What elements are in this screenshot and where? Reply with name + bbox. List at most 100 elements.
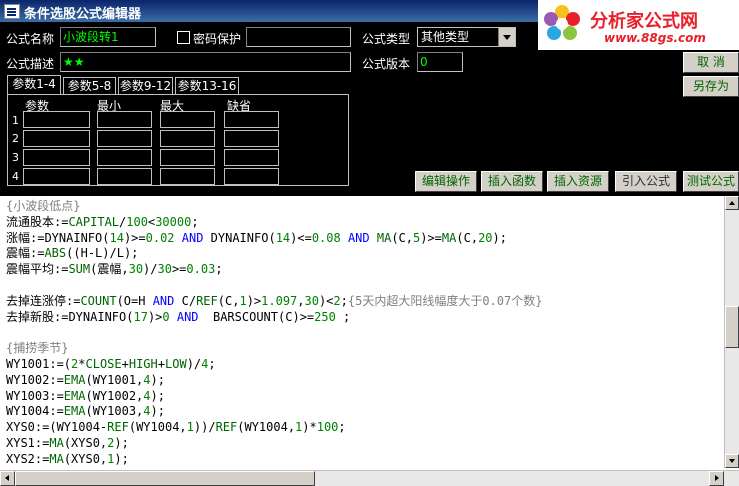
code-token: XYS0:=(WY1004-: [6, 420, 108, 435]
insert-function-button[interactable]: 插入函数: [481, 171, 543, 192]
code-editor[interactable]: {小波段低点} 流通股本:=CAPITAL/100<30000; 涨幅:=DYN…: [0, 196, 739, 486]
code-token: );: [150, 388, 165, 403]
code-token: )/: [186, 356, 202, 371]
code-function: EMA: [63, 388, 86, 403]
code-token: (C,: [391, 230, 413, 245]
edit-operation-button[interactable]: 编辑操作: [415, 171, 477, 192]
scroll-thumb[interactable]: [15, 471, 315, 486]
code-token: (WY1001,: [85, 372, 144, 387]
code-number: 0.02: [145, 230, 175, 245]
param-cell[interactable]: [160, 168, 215, 185]
code-token: );: [150, 372, 165, 387]
code-number: 30000: [155, 214, 192, 229]
cancel-button[interactable]: 取 消: [683, 52, 739, 73]
param-cell[interactable]: [224, 111, 279, 128]
code-keyword: AND: [340, 230, 377, 245]
scroll-left-icon[interactable]: [0, 471, 15, 486]
code-function: REF: [107, 420, 129, 435]
formula-type-select[interactable]: 其他类型: [417, 27, 516, 47]
code-token: +: [121, 356, 129, 371]
code-token: WY1004:=: [6, 404, 64, 419]
code-comment: {捕捞季节}: [6, 341, 69, 356]
code-keyword: AND: [169, 309, 213, 324]
code-token: )<=: [290, 230, 312, 245]
code-token: )*: [302, 420, 317, 435]
scroll-down-icon[interactable]: [725, 454, 739, 468]
code-token: )>: [147, 309, 163, 324]
param-cell[interactable]: [97, 111, 152, 128]
code-number: 14: [275, 230, 291, 245]
code-token: +: [157, 356, 165, 371]
code-token: 去掉新股:=: [6, 309, 69, 324]
param-cell[interactable]: [224, 168, 279, 185]
chevron-down-icon[interactable]: [498, 28, 515, 46]
code-number: 30: [157, 262, 172, 277]
description-label: 公式描述: [6, 57, 55, 71]
param-cell[interactable]: [97, 149, 152, 166]
code-number: 2: [333, 293, 341, 308]
param-cell[interactable]: [23, 130, 90, 147]
code-function: SUM: [68, 262, 91, 277]
formula-name-input[interactable]: 小波段转1: [60, 27, 156, 47]
param-cell[interactable]: [160, 111, 215, 128]
code-token: )>=: [123, 230, 146, 245]
param-cell[interactable]: [23, 168, 90, 185]
code-token: (WY1003,: [85, 404, 144, 419]
test-formula-button[interactable]: 测试公式: [683, 171, 739, 192]
code-token: WY1003:=: [6, 388, 64, 403]
param-cell[interactable]: [224, 130, 279, 147]
version-input[interactable]: 0: [417, 52, 463, 72]
code-token: BARSCOUNT: [212, 309, 279, 324]
save-as-button[interactable]: 另存为: [683, 76, 739, 97]
param-row-number: 3: [12, 151, 19, 164]
code-token: );: [492, 230, 507, 245]
param-cell[interactable]: [224, 149, 279, 166]
code-token: 去掉连涨停:=: [6, 293, 81, 308]
code-number: 20: [478, 230, 493, 245]
import-formula-button[interactable]: 引入公式: [615, 171, 677, 192]
code-token: >=: [171, 262, 187, 277]
vertical-scrollbar[interactable]: [724, 196, 739, 468]
horizontal-scrollbar[interactable]: [0, 470, 739, 486]
description-input[interactable]: ★★: [60, 52, 351, 72]
window-title: 条件选股公式编辑器: [24, 7, 142, 22]
tab-params-9-12[interactable]: 参数9-12: [118, 77, 173, 95]
param-cell[interactable]: [23, 149, 90, 166]
code-function: EMA: [63, 404, 86, 419]
code-number: 0.08: [311, 230, 341, 245]
code-function: EMA: [63, 372, 86, 387]
watermark-logo: 分析家公式网 www.88gs.com: [538, 0, 739, 50]
code-token: );: [114, 435, 129, 450]
code-number: 14: [109, 230, 124, 245]
code-function: CLOSE: [85, 356, 122, 371]
param-cell[interactable]: [160, 149, 215, 166]
code-function: LOW: [165, 356, 187, 371]
tab-params-1-4[interactable]: 参数1-4: [7, 75, 61, 95]
password-checkbox[interactable]: [177, 31, 190, 44]
scroll-up-icon[interactable]: [725, 196, 739, 210]
tab-params-13-16[interactable]: 参数13-16: [175, 77, 239, 95]
param-row-number: 2: [12, 132, 19, 145]
code-token: ((H-L)/L);: [66, 246, 139, 261]
code-token: (XYS0,: [63, 451, 108, 466]
code-function: ABS: [44, 246, 67, 261]
scroll-thumb[interactable]: [725, 306, 739, 348]
param-cell[interactable]: [97, 130, 152, 147]
code-number: 100: [126, 214, 148, 229]
scroll-right-icon[interactable]: [709, 471, 724, 486]
code-token: )>: [246, 293, 262, 308]
formula-name-label: 公式名称: [6, 32, 55, 46]
code-number: 4: [143, 404, 151, 419]
insert-resource-button[interactable]: 插入资源: [547, 171, 609, 192]
param-cell[interactable]: [97, 168, 152, 185]
code-number: 30: [304, 293, 319, 308]
code-number: 100: [316, 420, 339, 435]
code-token: DYNAINFO: [68, 309, 127, 324]
tab-params-5-8[interactable]: 参数5-8: [63, 77, 116, 95]
password-input[interactable]: [246, 27, 351, 47]
code-text: {小波段低点} 流通股本:=CAPITAL/100<30000; 涨幅:=DYN…: [6, 199, 542, 468]
param-cell[interactable]: [160, 130, 215, 147]
param-cell[interactable]: [23, 111, 90, 128]
watermark-url: www.88gs.com: [604, 31, 706, 45]
code-token: WY1001:=(: [6, 356, 72, 371]
